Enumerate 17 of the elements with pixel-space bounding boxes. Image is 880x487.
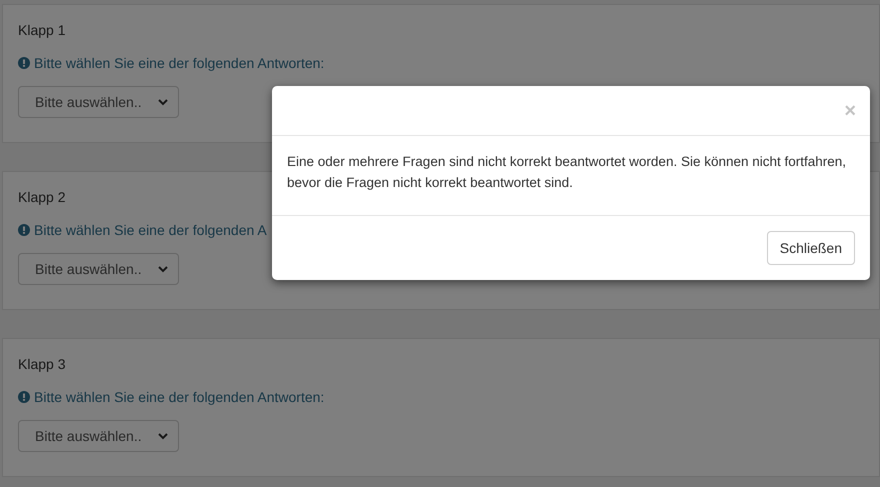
dialog-message: Eine oder mehrere Fragen sind nicht korrekt beantwortet worden. Sie können nicht fortfahren, bevor die Fragen nicht korrekt beantwortet sind. bbox=[287, 154, 846, 190]
info-icon bbox=[18, 224, 30, 236]
chevron-down-icon bbox=[158, 432, 168, 440]
answer-select[interactable]: Bitte auswählen.. bbox=[18, 253, 179, 285]
chevron-down-icon bbox=[158, 98, 168, 106]
chevron-down-icon bbox=[158, 266, 168, 272]
info-icon bbox=[18, 391, 30, 403]
hint-text: Bitte wählen Sie eine der folgenden Antworten: bbox=[34, 388, 324, 407]
answer-select[interactable]: Bitte auswählen.. bbox=[18, 420, 179, 452]
info-icon bbox=[18, 57, 30, 69]
hint-text: Bitte wählen Sie eine der folgenden Antworten: bbox=[34, 54, 324, 73]
answer-select[interactable]: Bitte auswählen.. bbox=[18, 86, 179, 118]
question-title: Klapp 1 bbox=[18, 21, 66, 40]
close-dialog-button[interactable]: Schließen bbox=[766, 231, 855, 265]
question-title: Klapp 3 bbox=[18, 355, 66, 374]
question-title: Klapp 2 bbox=[18, 188, 66, 207]
hint-text: Bitte wählen Sie eine der folgenden A bbox=[34, 221, 267, 240]
